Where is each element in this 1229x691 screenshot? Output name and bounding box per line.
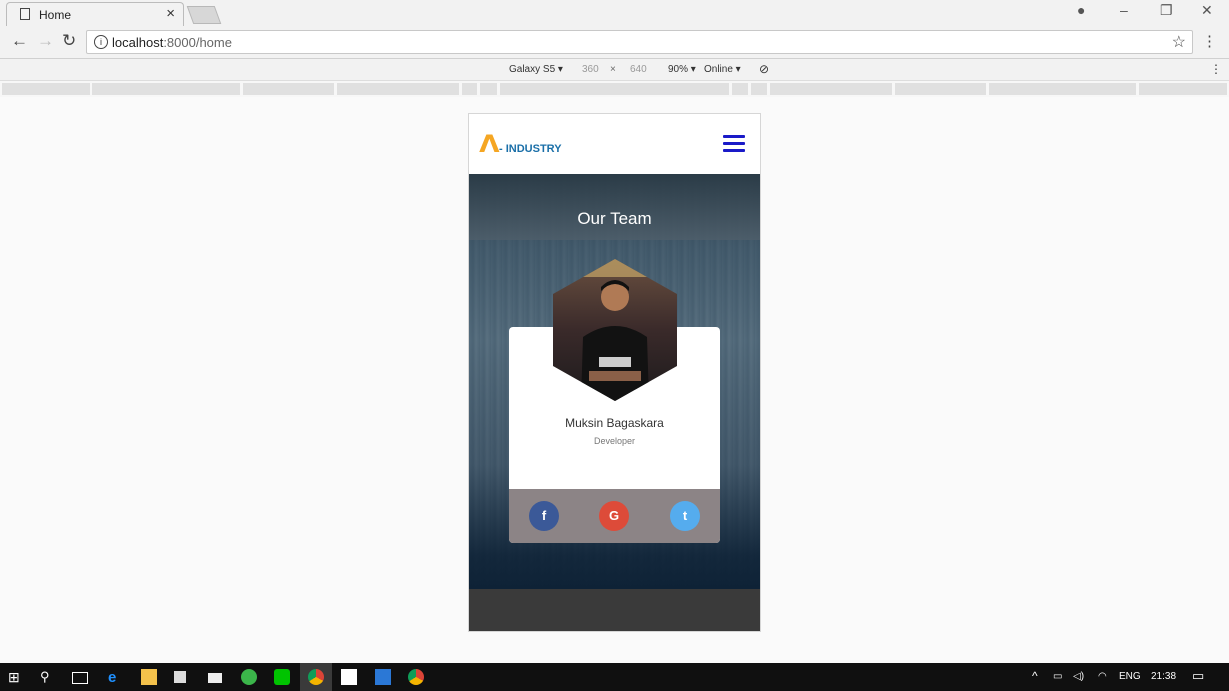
ruler-segment[interactable]: [895, 83, 986, 95]
facebook-icon[interactable]: f: [529, 501, 559, 531]
bookmark-star-icon[interactable]: ☆: [1172, 32, 1186, 52]
mail-icon[interactable]: [208, 673, 222, 683]
volume-icon[interactable]: ◁): [1073, 671, 1084, 682]
social-links: f G t: [509, 489, 720, 543]
search-icon[interactable]: ⚲: [40, 669, 56, 685]
task-view-icon[interactable]: [72, 672, 88, 684]
browser-toolbar: ← → ↻ i localhost:8000/home ☆ ⋮: [0, 26, 1229, 59]
device-toolbar: Galaxy S5 ▾ 360 × 640 90% ▾ Online ▾ ⊘ ⋮: [0, 59, 1229, 81]
info-icon[interactable]: i: [94, 35, 108, 49]
ruler-segment[interactable]: [243, 83, 334, 95]
tab-strip: Home × ● – ❐ ✕: [0, 0, 1229, 26]
ruler-segment[interactable]: [732, 83, 748, 95]
chevron-up-icon[interactable]: ^: [1032, 669, 1038, 683]
ruler-segment[interactable]: [337, 83, 459, 95]
taskbar: ⊞ ⚲ e ^ ▭ ◁) ◠ ENG 21:38 ▭: [0, 663, 1229, 691]
device-viewport: Λ - INDUSTRY Our Team Muksin Bagaskara D…: [468, 113, 761, 632]
chrome-icon[interactable]: [408, 669, 424, 685]
restore-icon[interactable]: ❐: [1160, 2, 1173, 19]
photos-icon[interactable]: [341, 669, 357, 685]
background-photo: [469, 174, 760, 240]
height-input[interactable]: 640: [630, 64, 647, 75]
store-icon[interactable]: [174, 671, 186, 683]
address-bar[interactable]: i localhost:8000/home ☆: [86, 30, 1193, 54]
wifi-icon[interactable]: ◠: [1098, 671, 1107, 682]
section-title: Our Team: [577, 209, 652, 228]
url-text[interactable]: localhost:8000/home: [112, 35, 232, 50]
devtools-menu-icon[interactable]: ⋮: [1210, 62, 1222, 76]
site-header: Λ - INDUSTRY: [469, 114, 760, 174]
tab-home[interactable]: Home ×: [6, 2, 184, 26]
media-query-ruler: [0, 81, 1229, 97]
reload-icon[interactable]: ↻: [62, 31, 76, 51]
back-icon[interactable]: ←: [11, 31, 28, 51]
hamburger-menu-icon[interactable]: [723, 135, 745, 153]
dimension-separator: ×: [610, 64, 616, 75]
page-icon: [20, 8, 30, 20]
windows-start-icon[interactable]: ⊞: [8, 669, 24, 685]
app-icon[interactable]: [241, 669, 257, 685]
profile-icon[interactable]: ●: [1077, 2, 1085, 18]
ruler-segment[interactable]: [751, 83, 767, 95]
ruler-segment[interactable]: [500, 83, 729, 95]
site-footer: [469, 589, 760, 631]
ruler-segment[interactable]: [770, 83, 892, 95]
clock[interactable]: 21:38: [1151, 671, 1176, 682]
edge-icon[interactable]: e: [108, 669, 124, 686]
avatar: [553, 259, 677, 401]
line-icon[interactable]: [274, 669, 290, 685]
logo-text[interactable]: - INDUSTRY: [499, 143, 562, 155]
zoom-select[interactable]: 90% ▾: [668, 64, 696, 75]
document-icon[interactable]: [375, 669, 391, 685]
rotate-icon[interactable]: ⊘: [759, 62, 769, 76]
width-input[interactable]: 360: [582, 64, 599, 75]
chrome-icon[interactable]: [308, 669, 324, 685]
file-explorer-icon[interactable]: [141, 669, 157, 685]
twitter-icon[interactable]: t: [670, 501, 700, 531]
google-icon[interactable]: G: [599, 501, 629, 531]
minimize-icon[interactable]: –: [1120, 2, 1128, 18]
ruler-segment[interactable]: [480, 83, 497, 95]
ruler-segment[interactable]: [462, 83, 477, 95]
ruler-segment[interactable]: [2, 83, 90, 95]
member-name: Muksin Bagaskara: [565, 416, 664, 430]
close-tab-icon[interactable]: ×: [166, 5, 175, 22]
tab-title: Home: [39, 8, 72, 22]
ruler-segment[interactable]: [989, 83, 1136, 95]
network-select[interactable]: Online ▾: [704, 64, 741, 75]
new-tab-button[interactable]: [186, 6, 222, 24]
browser-menu-icon[interactable]: ⋮: [1202, 32, 1217, 50]
device-select[interactable]: Galaxy S5 ▾: [509, 64, 563, 75]
language-indicator[interactable]: ENG: [1119, 671, 1141, 682]
battery-icon[interactable]: ▭: [1053, 671, 1062, 682]
notifications-icon[interactable]: ▭: [1192, 668, 1204, 684]
ruler-segment[interactable]: [92, 83, 240, 95]
member-role: Developer: [593, 436, 636, 446]
ruler-segment[interactable]: [1139, 83, 1227, 95]
close-window-icon[interactable]: ✕: [1201, 2, 1213, 19]
logo-mark[interactable]: Λ: [479, 130, 499, 158]
forward-icon[interactable]: →: [37, 31, 54, 51]
